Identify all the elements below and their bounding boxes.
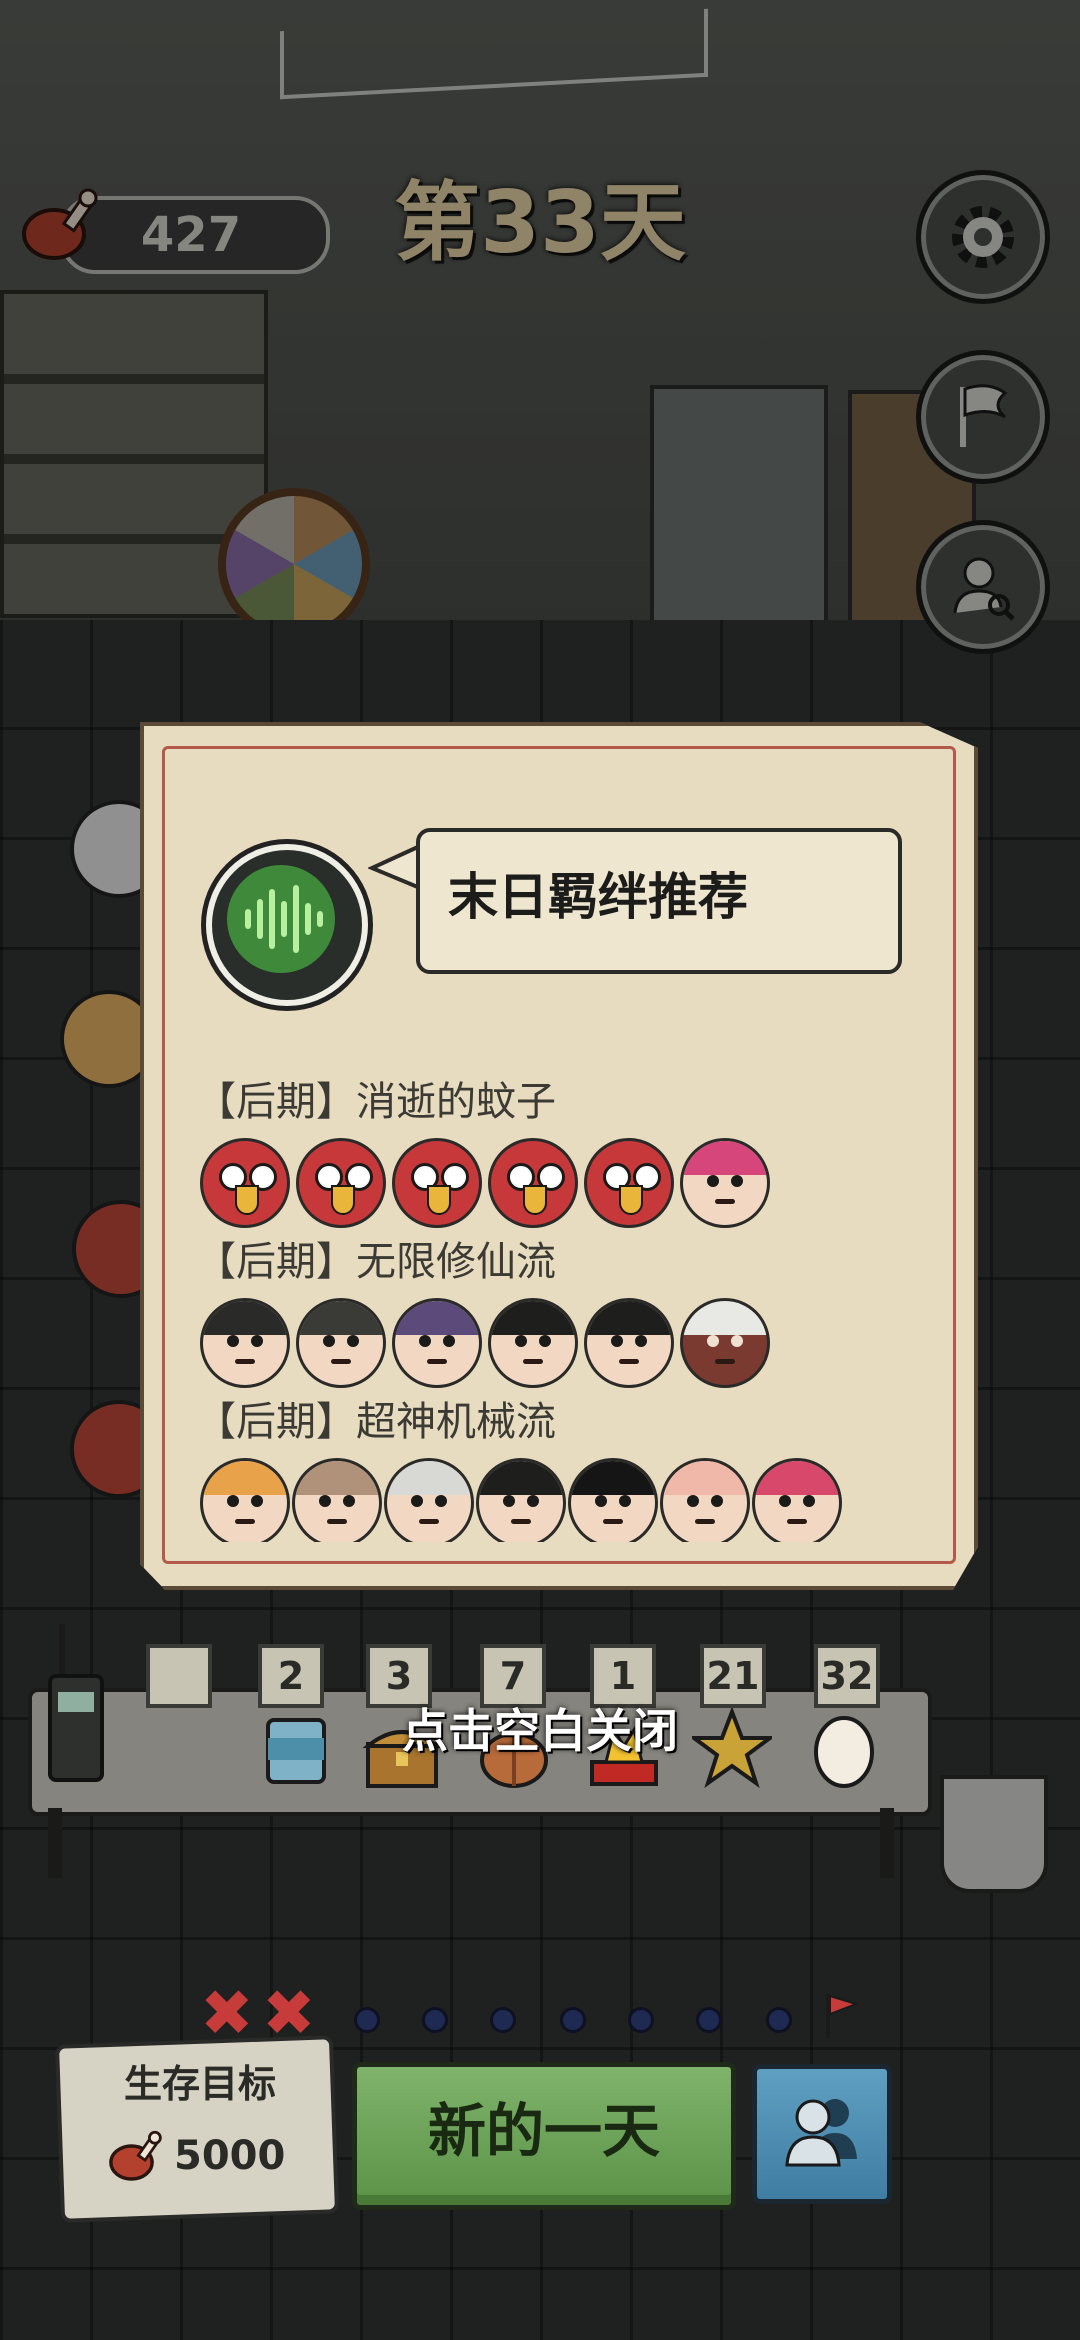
team-button[interactable] [752,2064,892,2204]
failed-day-mark: ✖ [200,1977,254,2051]
mech-portrait[interactable] [660,1458,750,1542]
mosquito-portrait[interactable] [296,1138,386,1228]
mech-portrait[interactable] [568,1458,658,1542]
goal-title: 生存目标 [123,2062,276,2106]
day-progress-dot [422,2007,448,2033]
voice-button[interactable] [206,844,368,1006]
day-progress-dot [696,2007,722,2033]
mech-portrait[interactable] [476,1458,566,1542]
egg-icon[interactable] [804,1708,884,1788]
cultivator-portrait[interactable] [680,1298,770,1388]
flag-icon [826,1994,860,2038]
day-progress-dot [354,2007,380,2033]
group-label: 【后期】超神机械流 [196,1399,556,1445]
item-counter: 32 [814,1644,880,1708]
mosquito-portrait[interactable] [200,1138,290,1228]
mech-portrait[interactable] [752,1458,842,1542]
team-icon [785,2099,857,2167]
mech-portrait[interactable] [292,1458,382,1542]
can-icon[interactable] [256,1710,336,1790]
item-counter: 2 [258,1644,324,1708]
cultivator-portrait[interactable] [488,1298,578,1388]
panel-title: 末日羁绊推荐 [448,868,748,926]
new-day-label: 新的一天 [427,2097,660,2165]
cultivator-portrait[interactable] [392,1298,482,1388]
counter-blank [146,1644,212,1708]
mosquito-portrait[interactable] [584,1138,674,1228]
mosquito-portrait[interactable] [488,1138,578,1228]
walkie-talkie-icon[interactable] [40,1620,120,1790]
pink-hair-portrait[interactable] [680,1138,770,1228]
mech-portrait[interactable] [200,1458,290,1542]
cultivator-portrait[interactable] [200,1298,290,1388]
mech-portrait[interactable] [384,1458,474,1542]
cultivator-portrait[interactable] [296,1298,386,1388]
voice-wave-icon [227,865,335,973]
close-hint: 点击空白关闭 [402,1704,678,1758]
group-label: 【后期】无限修仙流 [196,1239,556,1285]
mosquito-portrait[interactable] [392,1138,482,1228]
cultivator-portrait[interactable] [584,1298,674,1388]
day-progress-dot [628,2007,654,2033]
day-progress-dot [490,2007,516,2033]
day-progress-dot [766,2007,792,2033]
meat-icon [109,2130,162,2181]
day-progress-dot [560,2007,586,2033]
group-label: 【后期】消逝的蚊子 [196,1079,556,1125]
recommendation-list[interactable]: 【后期】消逝的蚊子 【后期】无限修仙流 【后期】超神机械流 [196,1030,956,1542]
goal-value: 5000 [174,2133,286,2179]
